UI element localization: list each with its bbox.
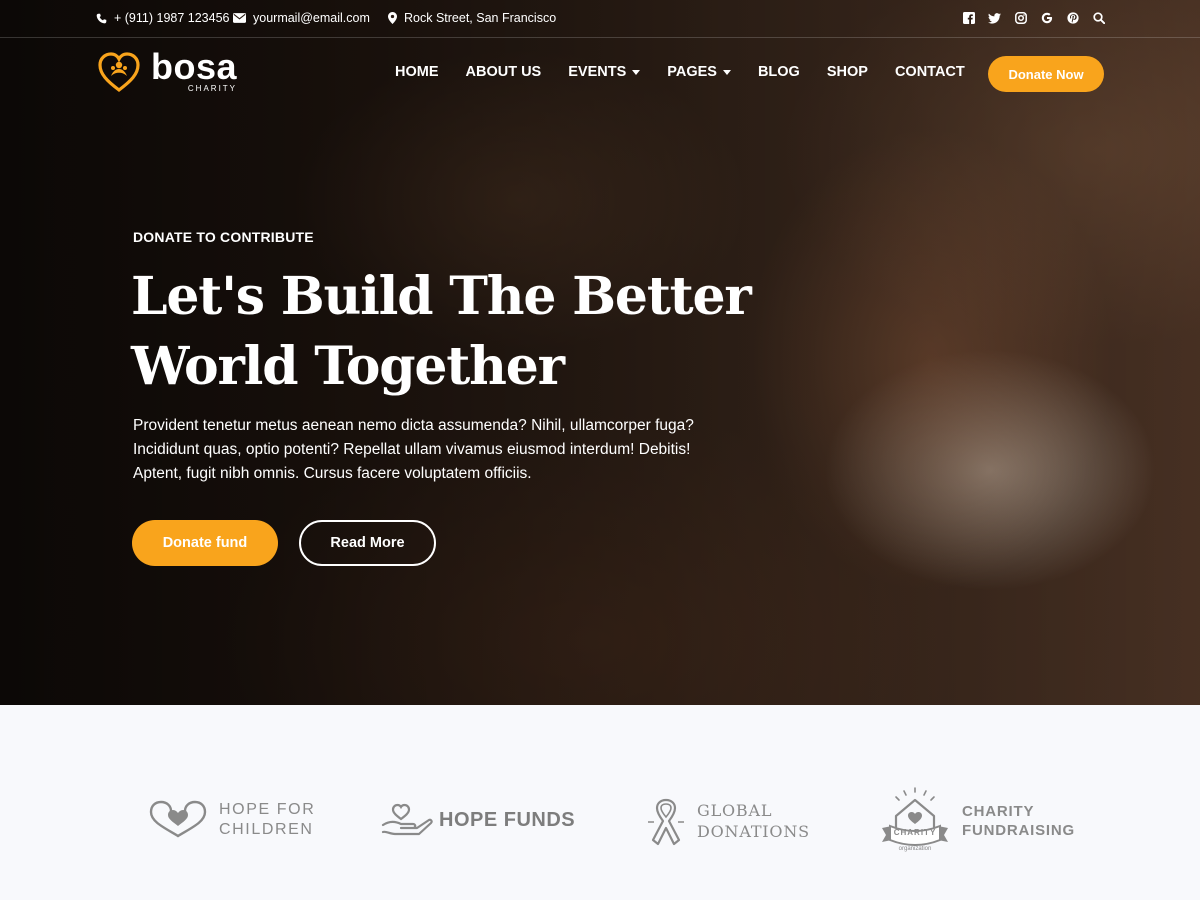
partner-label-line-1: HOPE FOR (219, 801, 316, 818)
partner-label-line-2: DONATIONS (697, 822, 810, 841)
phone-number: + (911) 1987 123456 (114, 11, 230, 25)
site-logo[interactable]: bosa CHARITY (97, 46, 238, 94)
chevron-down-icon (722, 69, 731, 75)
map-pin-icon (388, 12, 397, 24)
partner-logo-hope-funds[interactable]: HOPE FUNDS (381, 803, 575, 837)
nav-item-label: BLOG (757, 64, 800, 80)
hero-description-line-1: Provident tenetur metus aenean nemo dict… (133, 417, 694, 434)
donate-fund-button[interactable]: Donate fund (132, 520, 278, 566)
nav-item-blog[interactable]: BLOG (758, 64, 800, 80)
heart-hands-logo-icon (98, 52, 140, 93)
nav-item-label: PAGES (667, 64, 717, 80)
heart-in-hand-icon (381, 803, 433, 836)
phone-info: + (911) 1987 123456 (96, 11, 230, 25)
facebook-icon[interactable] (961, 10, 976, 26)
partner-label-line-2: CHILDREN (219, 821, 314, 838)
main-nav: HOME ABOUT US EVENTS PAGES BLOG SHOP CON… (395, 64, 965, 80)
read-more-button[interactable]: Read More (299, 520, 436, 566)
partner-label: CHARITY FUNDRAISING (962, 802, 1075, 840)
nav-item-label: CONTACT (894, 64, 965, 80)
hero-description: Provident tenetur metus aenean nemo dict… (133, 414, 773, 486)
email-info: yourmail@email.com (233, 11, 370, 25)
nav-item-shop[interactable]: SHOP (827, 64, 868, 80)
donate-now-button[interactable]: Donate Now (988, 56, 1104, 92)
logo-text: bosa CHARITY (151, 46, 238, 94)
search-icon[interactable] (1091, 10, 1106, 26)
badge-sublabel: organization (898, 846, 932, 852)
nav-item-pages[interactable]: PAGES (667, 64, 731, 80)
logo-name: bosa (151, 46, 238, 87)
partner-label: HOPE FUNDS (439, 809, 576, 831)
hero-description-line-3: Aptent, fugit nibh omnis. Cursus facere … (133, 465, 532, 482)
address-info: Rock Street, San Francisco (388, 11, 556, 25)
ribbon-icon (648, 798, 684, 846)
instagram-icon[interactable] (1013, 10, 1028, 26)
partner-label: HOPE FOR CHILDREN (219, 800, 315, 840)
badge-label: CHARITY (893, 828, 937, 837)
nav-item-contact[interactable]: CONTACT (895, 64, 965, 80)
nav-item-label: HOME (395, 64, 439, 80)
nav-item-label: ABOUT US (465, 64, 542, 80)
hero-section: + (911) 1987 123456 yourmail@email.com R… (0, 0, 1200, 705)
nav-item-label: EVENTS (568, 64, 627, 80)
hero-title: Let's Build The Better World Together (131, 262, 752, 402)
partner-label-line-1: CHARITY (962, 803, 1035, 820)
partner-logo-hope-for-children[interactable]: HOPE FOR CHILDREN (147, 800, 315, 840)
pinterest-icon[interactable] (1065, 10, 1080, 26)
address-text: Rock Street, San Francisco (404, 11, 557, 25)
heart-hands-icon (149, 800, 207, 838)
nav-item-events[interactable]: EVENTS (568, 64, 641, 80)
partner-label-line-2: FUNDRAISING (962, 822, 1075, 839)
hero-description-line-2: Incididunt quas, optio potenti? Repellat… (133, 441, 691, 458)
partner-label-line-1: GLOBAL (697, 801, 773, 820)
partner-logo-global-donations[interactable]: GLOBAL DONATIONS (644, 796, 810, 846)
phone-icon (96, 13, 107, 23)
social-links (961, 10, 1106, 26)
hero-title-line-1: Let's Build The Better (131, 266, 752, 327)
chevron-down-icon (632, 69, 641, 75)
partner-label: GLOBAL DONATIONS (697, 800, 810, 842)
nav-item-home[interactable]: HOME (395, 64, 439, 80)
nav-item-about-us[interactable]: ABOUT US (466, 64, 542, 80)
google-icon[interactable] (1039, 10, 1054, 26)
twitter-icon[interactable] (987, 10, 1002, 26)
partner-logo-charity-fundraising[interactable]: CHARITY organization CHARITY FUNDRAISING (878, 786, 1075, 856)
nav-item-label: SHOP (826, 64, 868, 80)
top-bar: + (911) 1987 123456 yourmail@email.com R… (0, 0, 1200, 38)
email-address[interactable]: yourmail@email.com (253, 11, 370, 25)
envelope-icon (233, 13, 246, 23)
charity-house-badge: CHARITY organization (878, 786, 952, 856)
hero-eyebrow: DONATE TO CONTRIBUTE (133, 229, 314, 245)
hero-title-line-2: World Together (131, 336, 565, 397)
